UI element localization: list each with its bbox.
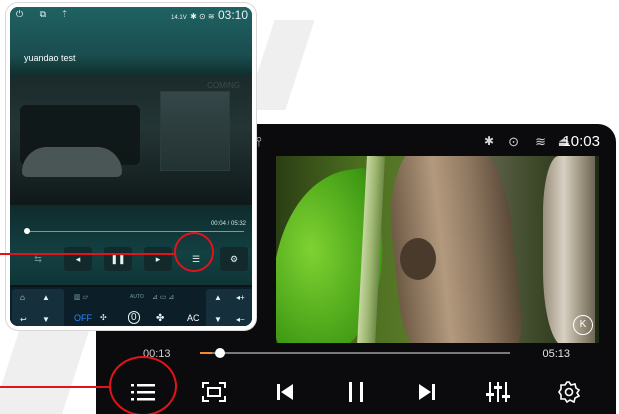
down-arrow-icon[interactable]: ▼ [42, 315, 50, 324]
up-arrow-icon[interactable]: ▲ [42, 293, 50, 302]
duration: 05:13 [542, 348, 570, 360]
screenshot-canvas: ⫯ ✱ ⊙ ≋ ⏏ 10:03 K 00:13 05:13 ⏻ ⧉ ⇡ 14.1… [0, 0, 619, 414]
settings-icon: ⚙ [229, 253, 239, 264]
defrost-icon[interactable]: ▥ ▱ [74, 293, 88, 301]
status-bar: ⏻ ⧉ ⇡ 14.1V ✱ ⊙ ≋ 03:10 [10, 7, 252, 22]
usb-icon: ⫯ [256, 134, 262, 149]
seat-heat-icon[interactable]: ⊿ ▭ ⊿ [152, 293, 174, 301]
temperature-value[interactable]: 0 [128, 311, 140, 324]
previous-icon [277, 383, 293, 400]
home-icon[interactable]: ⌂ [20, 293, 25, 302]
video-frame[interactable]: COMING [10, 75, 252, 205]
progress-fill [200, 352, 213, 354]
repeat-button[interactable]: ⇆ [24, 247, 52, 271]
next-icon: ▸ [155, 253, 161, 264]
bluetooth-icon: ✱ ⊙ ≋ [190, 12, 215, 21]
clock: 03:10 [217, 8, 248, 22]
callout-line [0, 386, 110, 388]
climate-off[interactable]: OFF [74, 313, 92, 323]
small-head-unit: ⏻ ⧉ ⇡ 14.1V ✱ ⊙ ≋ 03:10 yuandao test COM… [6, 3, 256, 330]
progress-slider[interactable] [24, 228, 244, 234]
progress-knob[interactable] [24, 228, 30, 234]
callout-ring-large [109, 356, 177, 414]
next-button[interactable]: ▸ [144, 247, 172, 271]
pause-icon: ❚❚ [110, 253, 126, 264]
fan-speed-icon[interactable]: ✤ [156, 313, 164, 324]
volume-up-icon[interactable]: ◂+ [236, 293, 245, 302]
pause-icon [349, 381, 363, 402]
auto-label[interactable]: AUTO [130, 294, 144, 300]
location-icon: ⊙ [508, 134, 519, 149]
watermark-logo: K [573, 315, 593, 335]
previous-button[interactable]: ◂ [64, 247, 92, 271]
climate-bar: ⌂ ▲ ↩ ▼ ▥ ▱ AUTO ⊿ ▭ ⊿ OFF ✣ 0 ✤ AC ▲ ◂+… [10, 287, 252, 326]
repeat-icon: ⇆ [34, 253, 42, 264]
callout-ring-small [174, 232, 214, 272]
settings-button[interactable]: ⚙ [220, 247, 248, 271]
previous-button[interactable] [263, 369, 307, 414]
battery-voltage: 14.1V [171, 15, 187, 21]
volume-down-icon[interactable]: ◂− [236, 315, 245, 324]
video-window [160, 91, 230, 171]
bluetooth-icon: ✱ [483, 134, 494, 148]
down-arrow-icon[interactable]: ▼ [214, 315, 222, 324]
fullscreen-button[interactable] [192, 369, 236, 414]
next-button[interactable] [405, 369, 449, 414]
fullscreen-icon [202, 381, 226, 402]
wifi-icon: ≋ [535, 134, 546, 149]
fan-icon[interactable]: ✣ [100, 313, 107, 322]
header-panel: ⏻ ⧉ ⇡ 14.1V ✱ ⊙ ≋ 03:10 yuandao test [10, 7, 252, 75]
video-frame[interactable]: K [276, 156, 599, 343]
status-icons-left: ⏻ ⧉ ⇡ [16, 9, 74, 19]
progress-slider[interactable] [200, 348, 510, 358]
clock: 10:03 [562, 133, 600, 150]
callout-line [0, 253, 176, 255]
video-sloth-face [400, 238, 436, 280]
video-watermark: COMING [207, 81, 240, 90]
video-bed [22, 147, 122, 177]
equalizer-icon [486, 381, 510, 402]
next-icon [419, 383, 435, 400]
pause-button[interactable]: ❚❚ [104, 247, 132, 271]
settings-icon [558, 380, 580, 403]
up-arrow-icon[interactable]: ▲ [214, 293, 222, 302]
video-title: yuandao test [24, 53, 76, 63]
progress-knob[interactable] [215, 348, 226, 358]
equalizer-button[interactable] [476, 369, 520, 414]
previous-icon: ◂ [75, 253, 81, 264]
playback-time: 00:04 / 05:32 [210, 221, 246, 227]
pause-button[interactable] [334, 369, 378, 414]
back-icon[interactable]: ↩ [20, 315, 27, 324]
status-right: 14.1V ✱ ⊙ ≋ 03:10 [171, 8, 248, 22]
player-panel [10, 205, 252, 285]
settings-button[interactable] [547, 369, 591, 414]
ac-button[interactable]: AC [187, 313, 200, 323]
